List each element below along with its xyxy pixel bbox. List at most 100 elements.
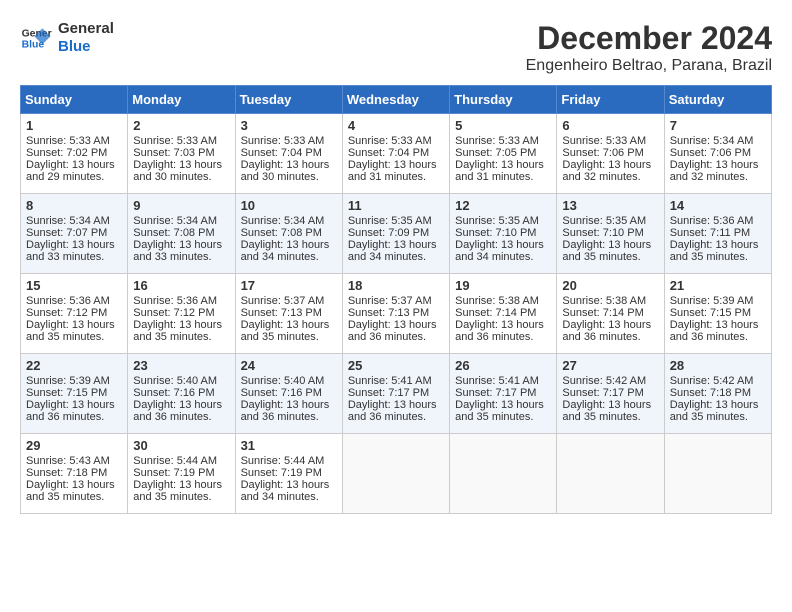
sunrise-info: Sunrise: 5:35 AM [455, 215, 551, 227]
day-number: 20 [562, 278, 658, 293]
sunrise-info: Sunrise: 5:40 AM [133, 375, 229, 387]
calendar-week-row: 22Sunrise: 5:39 AMSunset: 7:15 PMDayligh… [21, 354, 772, 434]
daylight-info: Daylight: 13 hours and 35 minutes. [455, 399, 551, 423]
calendar-week-row: 15Sunrise: 5:36 AMSunset: 7:12 PMDayligh… [21, 274, 772, 354]
day-number: 4 [348, 118, 444, 133]
day-number: 19 [455, 278, 551, 293]
sunset-info: Sunset: 7:04 PM [241, 147, 337, 159]
day-number: 30 [133, 438, 229, 453]
calendar-cell: 21Sunrise: 5:39 AMSunset: 7:15 PMDayligh… [664, 274, 771, 354]
sunrise-info: Sunrise: 5:36 AM [670, 215, 766, 227]
sunrise-info: Sunrise: 5:37 AM [241, 295, 337, 307]
logo: General Blue General Blue [20, 20, 114, 56]
sunset-info: Sunset: 7:11 PM [670, 227, 766, 239]
calendar-cell: 1Sunrise: 5:33 AMSunset: 7:02 PMDaylight… [21, 114, 128, 194]
sunrise-info: Sunrise: 5:33 AM [348, 135, 444, 147]
sunrise-info: Sunrise: 5:42 AM [562, 375, 658, 387]
sunrise-info: Sunrise: 5:34 AM [26, 215, 122, 227]
calendar-week-row: 1 Sunrise: 5:33 AM Sunset: 7:02 PM Daylight… [21, 114, 772, 194]
daylight-info: Daylight: 13 hours and 33 minutes. [133, 239, 229, 263]
sunset-info: Sunset: 7:18 PM [26, 467, 122, 479]
daylight-info: Daylight: 13 hours and 36 minutes. [562, 319, 658, 343]
daylight-info: Daylight: 13 hours and 36 minutes. [670, 319, 766, 343]
daylight-info: Daylight: 13 hours and 35 minutes. [562, 399, 658, 423]
calendar-cell: 14Sunrise: 5:36 AMSunset: 7:11 PMDayligh… [664, 194, 771, 274]
sunset-info: Sunset: 7:16 PM [133, 387, 229, 399]
calendar-cell: 11Sunrise: 5:35 AMSunset: 7:09 PMDayligh… [342, 194, 449, 274]
daylight-info: Daylight: 13 hours and 35 minutes. [241, 319, 337, 343]
sunrise-info: Sunrise: 5:42 AM [670, 375, 766, 387]
calendar-cell: 9Sunrise: 5:34 AMSunset: 7:08 PMDaylight… [128, 194, 235, 274]
sunset-info: Sunset: 7:10 PM [562, 227, 658, 239]
sunset-info: Sunset: 7:10 PM [455, 227, 551, 239]
day-number: 1 [26, 118, 122, 133]
day-of-week-header: Wednesday [342, 86, 449, 114]
calendar-cell: 18Sunrise: 5:37 AMSunset: 7:13 PMDayligh… [342, 274, 449, 354]
sunrise-info: Sunrise: 5:33 AM [133, 135, 229, 147]
calendar-cell: 29Sunrise: 5:43 AMSunset: 7:18 PMDayligh… [21, 434, 128, 514]
sunset-info: Sunset: 7:16 PM [241, 387, 337, 399]
day-number: 11 [348, 198, 444, 213]
sunset-info: Sunset: 7:13 PM [241, 307, 337, 319]
calendar-cell [557, 434, 664, 514]
sunrise-info: Sunrise: 5:39 AM [670, 295, 766, 307]
day-number: 17 [241, 278, 337, 293]
day-number: 21 [670, 278, 766, 293]
sunset-info: Sunset: 7:07 PM [26, 227, 122, 239]
day-number: 23 [133, 358, 229, 373]
day-number: 6 [562, 118, 658, 133]
sunrise-info: Sunrise: 5:38 AM [455, 295, 551, 307]
daylight-info: Daylight: 13 hours and 36 minutes. [133, 399, 229, 423]
day-number: 26 [455, 358, 551, 373]
calendar-body: 1 Sunrise: 5:33 AM Sunset: 7:02 PM Daylight… [21, 114, 772, 514]
day-number: 8 [26, 198, 122, 213]
sunset-info: Sunset: 7:13 PM [348, 307, 444, 319]
daylight-info: Daylight: 13 hours and 35 minutes. [670, 239, 766, 263]
calendar-cell: 8Sunrise: 5:34 AMSunset: 7:07 PMDaylight… [21, 194, 128, 274]
day-of-week-header: Tuesday [235, 86, 342, 114]
sunset-info: Sunset: 7:19 PM [133, 467, 229, 479]
sunrise-info: Sunrise: 5:33 AM [241, 135, 337, 147]
sunset-info: Sunset: 7:18 PM [670, 387, 766, 399]
day-of-week-header: Sunday [21, 86, 128, 114]
location-title: Engenheiro Beltrao, Parana, Brazil [526, 57, 772, 75]
daylight-info: Daylight: 13 hours and 32 minutes. [670, 159, 766, 183]
sunset-info: Sunset: 7:12 PM [26, 307, 122, 319]
sunset-info: Sunset: 7:08 PM [133, 227, 229, 239]
sunrise-info: Sunrise: 5:34 AM [241, 215, 337, 227]
calendar-cell: 20Sunrise: 5:38 AMSunset: 7:14 PMDayligh… [557, 274, 664, 354]
sunset-info: Sunset: 7:06 PM [670, 147, 766, 159]
day-number: 9 [133, 198, 229, 213]
sunrise-info: Sunrise: 5:36 AM [26, 295, 122, 307]
daylight-info: Daylight: 13 hours and 34 minutes. [241, 239, 337, 263]
calendar-cell: 26Sunrise: 5:41 AMSunset: 7:17 PMDayligh… [450, 354, 557, 434]
sunset-info: Sunset: 7:15 PM [26, 387, 122, 399]
day-number: 22 [26, 358, 122, 373]
daylight-info: Daylight: 13 hours and 35 minutes. [26, 479, 122, 503]
daylight-info: Daylight: 13 hours and 35 minutes. [26, 319, 122, 343]
calendar-cell: 12Sunrise: 5:35 AMSunset: 7:10 PMDayligh… [450, 194, 557, 274]
day-number: 3 [241, 118, 337, 133]
title-section: December 2024 Engenheiro Beltrao, Parana… [526, 20, 772, 75]
day-of-week-header: Thursday [450, 86, 557, 114]
calendar-cell: 15Sunrise: 5:36 AMSunset: 7:12 PMDayligh… [21, 274, 128, 354]
sunset-info: Sunset: 7:02 PM [26, 147, 122, 159]
day-of-week-header: Monday [128, 86, 235, 114]
calendar-cell: 24Sunrise: 5:40 AMSunset: 7:16 PMDayligh… [235, 354, 342, 434]
daylight-info: Daylight: 13 hours and 36 minutes. [348, 399, 444, 423]
calendar-cell: 31Sunrise: 5:44 AMSunset: 7:19 PMDayligh… [235, 434, 342, 514]
sunrise-info: Sunrise: 5:34 AM [670, 135, 766, 147]
day-of-week-header: Friday [557, 86, 664, 114]
calendar-cell: 6Sunrise: 5:33 AMSunset: 7:06 PMDaylight… [557, 114, 664, 194]
calendar-cell [450, 434, 557, 514]
sunset-info: Sunset: 7:14 PM [562, 307, 658, 319]
day-number: 7 [670, 118, 766, 133]
calendar-cell: 4Sunrise: 5:33 AMSunset: 7:04 PMDaylight… [342, 114, 449, 194]
day-number: 2 [133, 118, 229, 133]
calendar-cell: 13Sunrise: 5:35 AMSunset: 7:10 PMDayligh… [557, 194, 664, 274]
sunset-info: Sunset: 7:09 PM [348, 227, 444, 239]
sunrise-info: Sunrise: 5:44 AM [241, 455, 337, 467]
daylight-info: Daylight: 13 hours and 30 minutes. [241, 159, 337, 183]
calendar-cell [342, 434, 449, 514]
calendar-cell: 25Sunrise: 5:41 AMSunset: 7:17 PMDayligh… [342, 354, 449, 434]
